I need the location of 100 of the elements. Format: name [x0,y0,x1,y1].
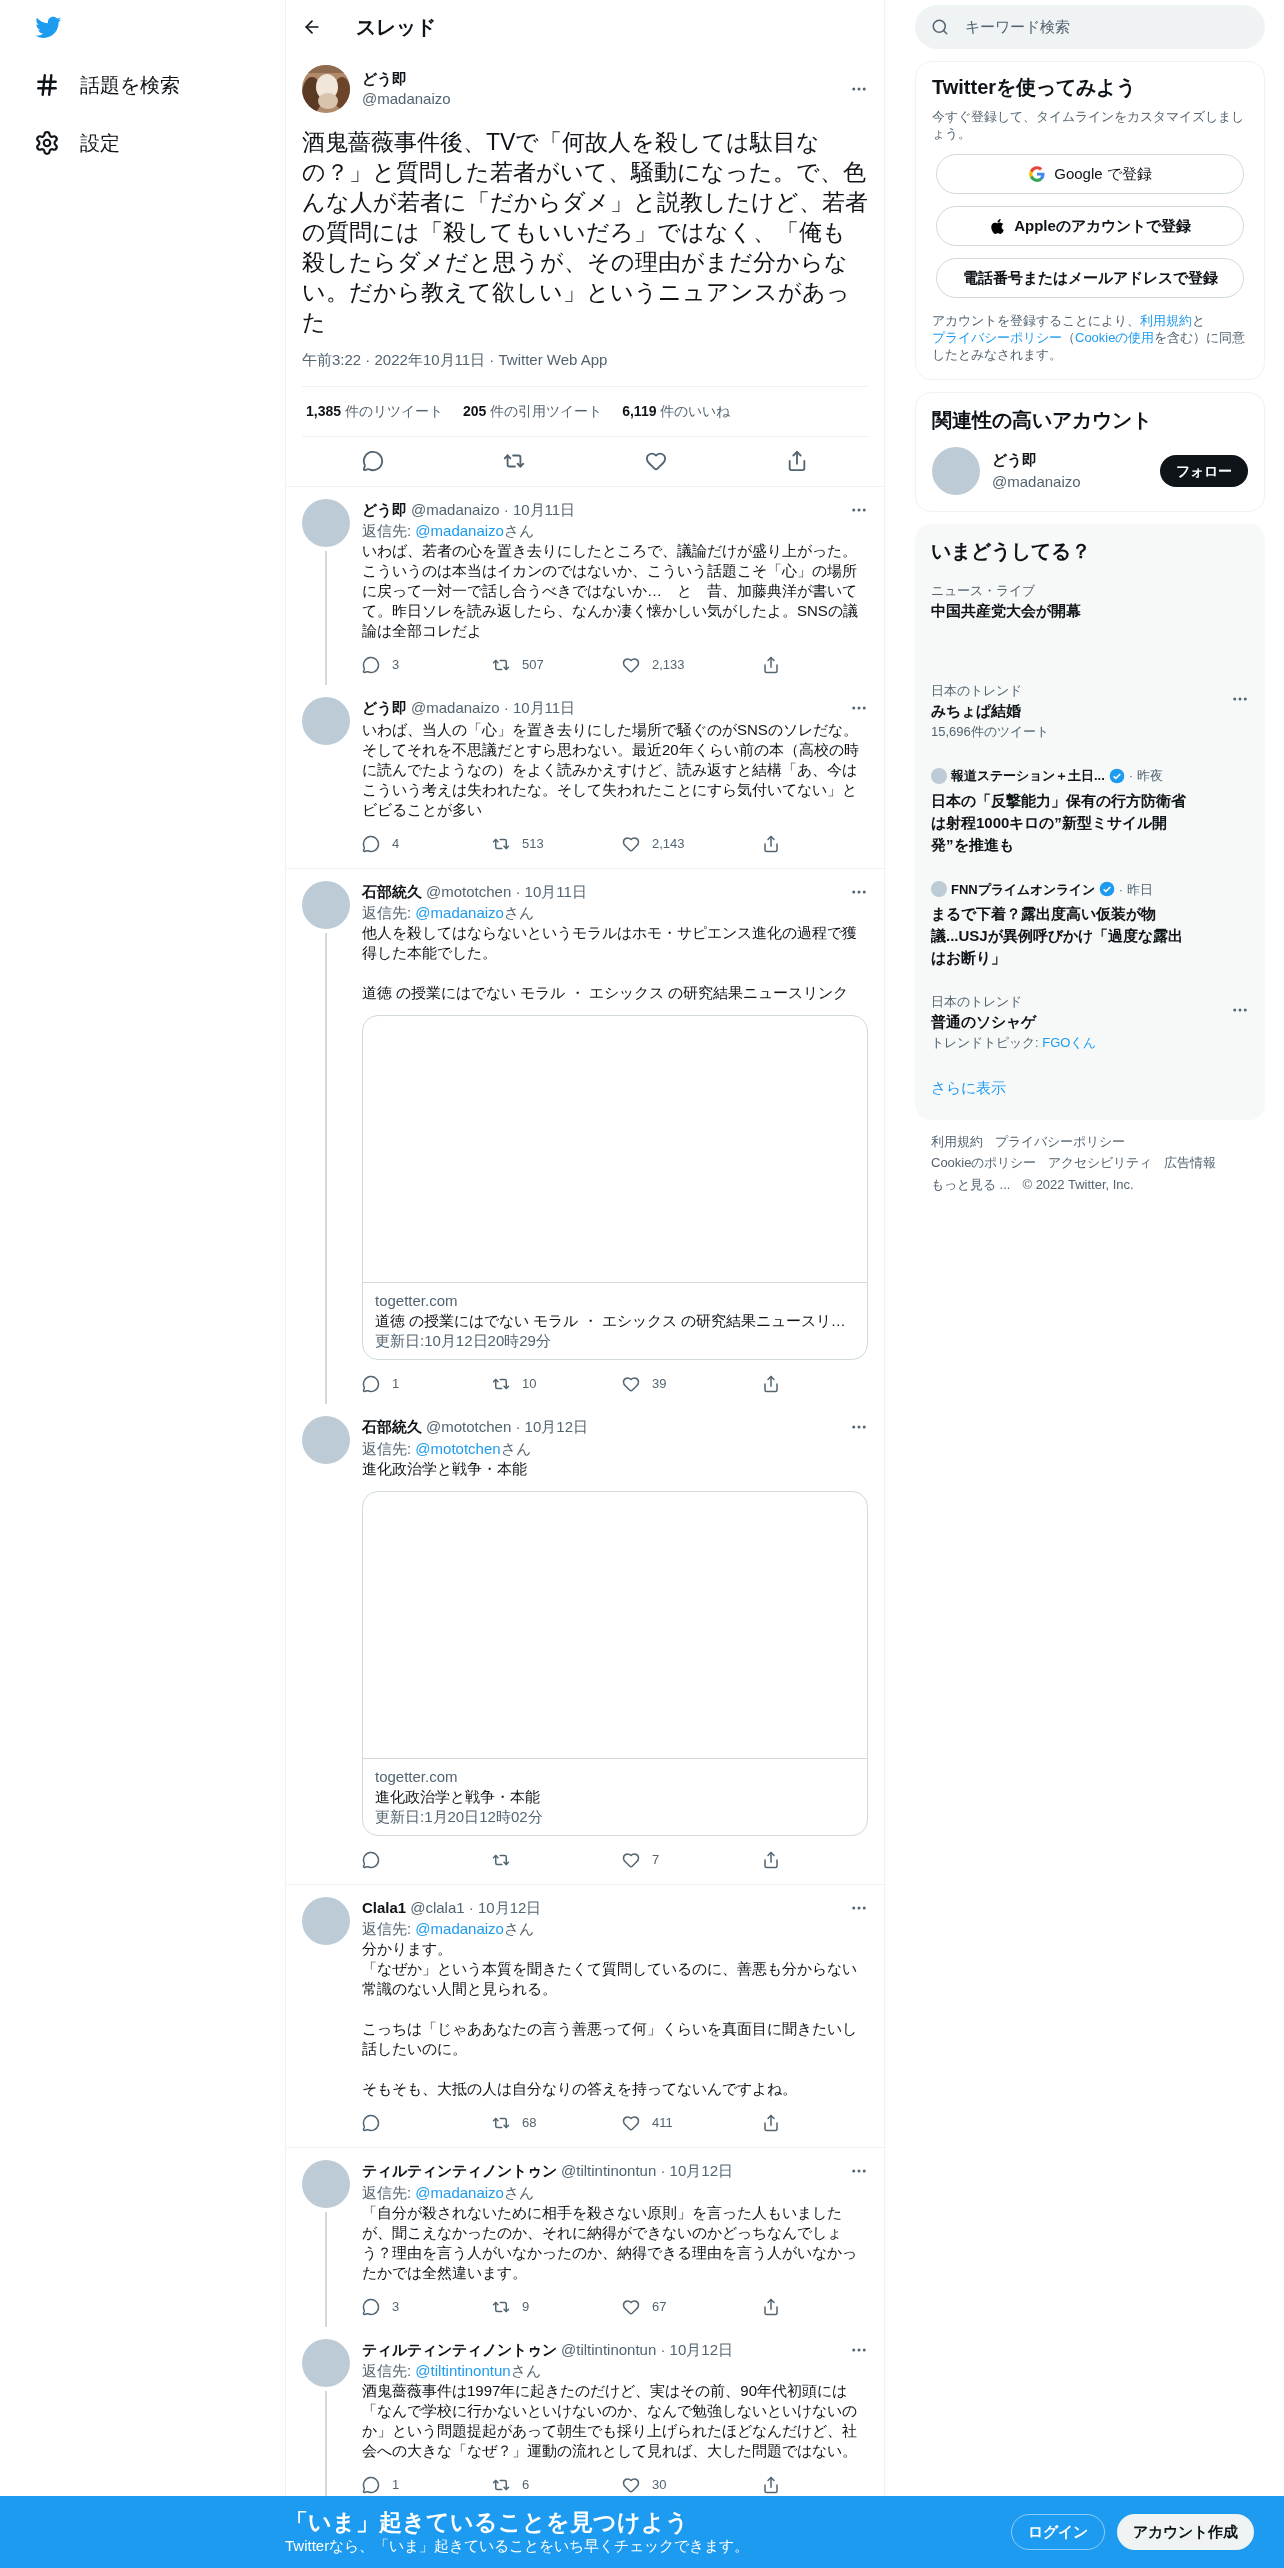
like-icon[interactable] [622,1375,640,1393]
tweet-text: 「自分が殺されないために相手を殺さない原則」を言った人もいましたが、聞こえなかったのか、それに納得ができないのかどっちなんでしょう？理由を言う人がいなかったのか、納得できる理由を言う人がいなかったかでは全然違います。 [362,2202,858,2283]
apple-logo-icon [989,217,1007,235]
tweet-timestamp[interactable]: 午前3:22 · 2022年10月11日 · Twitter Web App [302,349,868,372]
author-handle[interactable]: @madanaizo [362,89,838,109]
like-icon[interactable] [622,656,640,674]
share-icon[interactable] [762,1375,780,1393]
reply-icon[interactable] [362,834,380,853]
tweet-text: 分かります。 [362,1939,453,1959]
like-icon[interactable] [644,450,667,472]
like-icon[interactable] [622,1850,640,1869]
news-source: 報道ステーション＋土日... [951,767,1105,785]
account-name[interactable]: どう即 [992,448,1148,471]
action-count: 6 [522,2476,530,2495]
reply-icon[interactable] [362,656,380,674]
trend-title[interactable]: 普通のソシャゲ [931,1011,1097,1033]
search-icon [931,18,949,36]
account-handle: @madanaizo [992,472,1082,492]
tweet-meta: @tiltintinontun · 10月12日 [561,2339,733,2360]
search-input[interactable]: キーワード検索 [965,15,1249,39]
tweet-meta: @clala1 · 10月12日 [410,1897,542,1918]
tweet-meta: @madanaizo · 10月11日 [411,698,576,718]
tweet-text: いわば、若者の心を置き去りにしたところで、議論だけが盛り上がった。こういうのは本当はイカンのではないか、こういう話題こそ「心」の場所に戻って一対一で話し合うべきではないか… と 昔、加藤典洋が書いてて。昨日ソレを読み返したら、なんか凄く懐かしい気がしたよ。SNSの議論は全部コレだよ [362,541,859,641]
footer-link[interactable]: プライバシーポリシー [995,1131,1125,1151]
tweet-count: 15,696件のツイート [931,723,1049,741]
nav-item[interactable]: 話題を検索 [34,60,285,110]
google-logo-icon [1028,165,1047,183]
action-count: 68 [522,2114,537,2133]
reply-icon[interactable] [362,2476,380,2494]
card-domain: togetter.com [375,1291,459,1311]
news-headline[interactable]: 日本の「反撃能力」保有の行方防衛省は射程1000キロの”新型ミサイル開発”を推進も [931,789,1249,856]
tweet-meta: @tiltintinontun · 10月12日 [561,2161,733,2181]
footer-link[interactable]: 広告情報 [1164,1153,1217,1173]
footer-link[interactable]: © 2022 Twitter, Inc. [1022,1174,1134,1194]
author-name[interactable]: どう即 [362,697,407,720]
trend-title[interactable]: みちょぱ結婚 [931,700,1049,722]
tweet-meta: @mototchen · 10月11日 [426,881,587,902]
nav-item[interactable]: 設定 [34,118,285,168]
banner-title: 「いま」起きていることを見つけよう [285,2508,690,2536]
tweet-stat[interactable]: 6,119 件のいいね [622,400,731,422]
share-icon[interactable] [762,1850,780,1869]
news-time: · 昨夜 [1128,767,1163,785]
card-updated: 更新日:10月12日20時29分 [375,1331,552,1351]
reply-icon[interactable] [362,1375,380,1393]
signup-button[interactable]: Google で登録 [936,154,1244,194]
share-icon[interactable] [762,834,780,853]
tweet-stat[interactable]: 205 件の引用ツイート [462,400,603,422]
trend-title[interactable]: 中国共産党大会が開幕 [931,600,1081,622]
share-icon[interactable] [762,2476,780,2494]
link-card[interactable]: togetter.com 進化政治学と戦争・本能 更新日:1月20日12時02分 [362,1490,868,1836]
tweet-stat[interactable]: 1,385 件のリツイート [306,400,443,422]
tweet-text: 酒鬼薔薇事件は1997年に起きたのだけど、実はその前、90年代初頭には「なんで学校に行かないといけないのか、なんで勉強しないといけないのか」という問題提起があって朝生でも採り上げられたほどなんだけど、社会への大きな「なぜ？」運動の流れとして見れば、大した問題ではない。 [362,2381,858,2461]
reply-icon[interactable] [362,2114,380,2132]
page-title: スレッド [356,14,436,40]
action-count: 513 [522,834,544,853]
action-count: 507 [522,656,544,675]
action-count: 10 [522,1375,537,1394]
like-icon[interactable] [622,834,640,853]
tweet-text: こっちは「じゃああなたの言う善悪って何」くらいを真面目に聞きたいし話したいのに。 [362,2019,858,2059]
author-name[interactable]: どう即 [362,498,407,521]
link-card[interactable]: togetter.com 道徳 の授業にはでない モラル ・ エシックス の研究結果ニュースリ… 更新日:10月12日20時29分 [362,1015,868,1360]
follow-button[interactable]: フォロー [1160,455,1248,487]
reply-icon[interactable] [361,450,384,472]
source-avatar [931,881,947,898]
news-source: FNNプライムオンライン [951,880,1095,899]
card-heading: 関連性の高いアカウント [931,408,1153,433]
signup-button[interactable]: Appleのアカウントで登録 [936,206,1244,246]
news-headline[interactable]: まるで下着？露出度高い仮装が物議...USJが異例呼びかけ「過度な露出はお断り」 [931,903,1249,969]
author-name[interactable]: ティルティンティノントゥン [362,2160,557,2183]
search-field[interactable]: キーワード検索 [915,5,1265,49]
action-count: 411 [652,2114,673,2133]
author-name[interactable]: 石部統久 [362,1416,422,1439]
author-name[interactable]: どう即 [362,69,838,89]
card-title: 進化政治学と戦争・本能 [375,1786,541,1807]
share-icon[interactable] [762,2114,780,2132]
trend-category: ニュース・ライブ [931,582,1036,600]
like-icon[interactable] [622,2297,640,2316]
footer-link[interactable]: もっと見る ... [931,1174,1011,1194]
author-name[interactable]: 石部統久 [362,880,422,903]
reply-to-line: 返信先: @madanaizoさん [362,903,535,923]
reply-icon[interactable] [362,1850,380,1869]
tweet-meta: @madanaizo · 10月11日 [411,499,576,520]
trend-topic: トレンドトピック: FGOくん [931,1034,1097,1052]
footer-link[interactable]: 利用規約 [931,1131,983,1151]
bird-logo-icon[interactable] [34,14,63,40]
create-account-button[interactable]: アカウント作成 [1117,2514,1254,2550]
footer-link[interactable]: Cookieのポリシー [931,1153,1037,1173]
like-icon[interactable] [622,2476,640,2494]
settings-icon [34,130,60,156]
author-name[interactable]: Clala1 [362,1896,407,1919]
share-icon[interactable] [762,2297,780,2316]
author-name[interactable]: ティルティンティノントゥン [362,2338,557,2361]
reply-icon[interactable] [362,2297,380,2316]
share-icon[interactable] [762,656,780,674]
signup-button[interactable]: 電話番号またはメールアドレスで登録 [936,258,1244,298]
like-icon[interactable] [622,2114,640,2132]
footer-link[interactable]: アクセシビリティ [1048,1153,1153,1173]
tweet-text: 酒鬼薔薇事件後、TVで「何故人を殺しては駄目なの？」と質問した若者がいて、騒動になった。で、色んな人が若者に「だからダメ」と説教したけど、若者の質問には「殺してもいいだろ」ではなく、「俺も殺したらダメだと思うが、その理由がまだ分からない。だから教えて欲しい」というニュアンスがあった [302,128,868,337]
news-time: · 昨日 [1118,880,1153,899]
card-title: 道徳 の授業にはでない モラル ・ エシックス の研究結果ニュースリ… [375,1311,847,1331]
